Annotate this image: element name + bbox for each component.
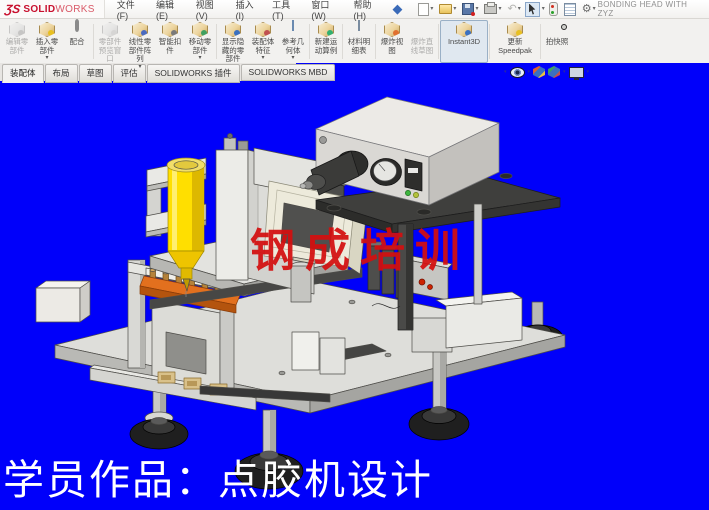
- menu-insert[interactable]: 插入(I): [230, 0, 267, 23]
- dropdown-caret-icon[interactable]: ▾: [528, 69, 531, 75]
- tab-layout[interactable]: 布局: [45, 64, 78, 83]
- edit-component-icon: [9, 22, 25, 37]
- logo-text-bold: SOLID: [23, 4, 55, 15]
- select-arrow-icon: [528, 4, 537, 15]
- select-tool-button[interactable]: [525, 2, 540, 17]
- open-document-button[interactable]: ▾: [437, 3, 458, 15]
- motion-study-icon: [318, 22, 334, 37]
- show-hidden-components-button[interactable]: 显示隐藏的零部件: [218, 20, 248, 63]
- take-snapshot-button[interactable]: 拍快照: [542, 20, 572, 63]
- mate-button[interactable]: 配合: [62, 20, 92, 63]
- insert-components-button[interactable]: 插入零部件: [32, 20, 62, 63]
- logo-text-light: WORKS: [55, 4, 94, 15]
- instant3d-button[interactable]: Instant3D: [440, 20, 488, 63]
- display-style-cube-icon[interactable]: [533, 66, 545, 78]
- traffic-light-icon: [549, 2, 558, 16]
- dropdown-caret-icon: ▾: [430, 6, 433, 12]
- menu-bar: 文件(F) 编辑(E) 视图(V) 插入(I) 工具(T) 窗口(W) 帮助(H…: [111, 0, 388, 23]
- update-speedpak-icon: [507, 22, 523, 37]
- menu-edit[interactable]: 编辑(E): [150, 0, 190, 23]
- dropdown-caret-icon: ▾: [453, 6, 456, 12]
- ribbon-separator: [489, 24, 490, 59]
- reference-geometry-button[interactable]: 参考几何体: [278, 20, 308, 63]
- show-hidden-eye-icon: [225, 22, 241, 37]
- printer-icon: [484, 4, 497, 14]
- menu-file[interactable]: 文件(F): [111, 0, 150, 23]
- training-watermark: 钢成培训: [250, 214, 470, 279]
- tab-solidworks-addins[interactable]: SOLIDWORKS 插件: [147, 64, 240, 83]
- print-document-button[interactable]: ▾: [482, 3, 503, 15]
- dropdown-caret-icon[interactable]: ▾: [563, 69, 566, 75]
- assembly-features-icon: [255, 22, 271, 37]
- component-preview-icon: [102, 22, 118, 37]
- dropdown-caret-icon: ▾: [475, 6, 478, 12]
- document-title: BONDING HEAD WITH ZYZ: [598, 0, 709, 18]
- ribbon-separator: [93, 24, 94, 59]
- title-bar: ƷS SOLID WORKS 文件(F) 编辑(E) 视图(V) 插入(I) 工…: [0, 0, 709, 19]
- task-pane-sheet-icon: [564, 3, 576, 16]
- undo-button[interactable]: ↶▾: [505, 3, 522, 15]
- move-component-button[interactable]: 移动零部件: [185, 20, 215, 63]
- dropdown-caret-icon[interactable]: ▾: [542, 6, 545, 12]
- solidworks-window: 钢成培训 学员作品：点胶机设计 ▾ ▾ ▾ ▾ ƷS SOLID WORKS 文…: [0, 0, 709, 510]
- exploded-view-icon: [384, 22, 400, 37]
- smart-fastener-icon: [162, 22, 178, 37]
- undo-arrow-icon: ↶: [507, 4, 516, 14]
- insert-components-icon: [39, 22, 55, 37]
- pin-menu-icon[interactable]: [392, 4, 402, 14]
- tab-sketch[interactable]: 草图: [79, 64, 112, 83]
- options-button[interactable]: ⚙▾: [580, 3, 598, 16]
- new-document-icon: [418, 3, 429, 16]
- dropdown-caret-icon: ▾: [593, 6, 596, 12]
- explode-line-sketch-button[interactable]: 爆炸直线草图: [407, 20, 437, 63]
- menu-view[interactable]: 视图(V): [190, 0, 230, 23]
- ribbon-separator: [375, 24, 376, 59]
- display-options-button[interactable]: [547, 1, 560, 17]
- dropdown-caret-icon: ▾: [498, 6, 501, 12]
- exploded-view-button[interactable]: 爆炸视图: [377, 20, 407, 63]
- command-manager-ribbon: 编辑零部件 插入零部件 配合 零部件预览窗口 线性零部件阵列 智能扣件 移动零部…: [0, 19, 709, 63]
- student-work-caption: 学员作品：点胶机设计: [3, 446, 433, 506]
- smart-fasteners-button[interactable]: 智能扣件: [155, 20, 185, 63]
- apply-scene-cube-icon[interactable]: [548, 66, 560, 78]
- view-orientation-eye-icon[interactable]: [510, 67, 525, 78]
- bill-of-materials-button[interactable]: 材料明细表: [344, 20, 374, 63]
- component-preview-window-button[interactable]: 零部件预览窗口: [95, 20, 125, 63]
- new-motion-study-button[interactable]: 新建运动算例: [311, 20, 341, 63]
- dropdown-caret-icon[interactable]: ▾: [587, 69, 590, 75]
- ribbon-separator: [342, 24, 343, 59]
- ribbon-separator: [438, 24, 439, 59]
- assembly-features-button[interactable]: 装配体特征: [248, 20, 278, 63]
- view-settings-monitor-icon[interactable]: [569, 67, 584, 78]
- menu-tools[interactable]: 工具(T): [266, 0, 305, 23]
- command-manager-tabs: 装配体 布局 草图 评估 SOLIDWORKS 插件 SOLIDWORKS MB…: [0, 63, 296, 81]
- linear-pattern-icon: [132, 22, 148, 37]
- instant3d-icon: [456, 22, 472, 37]
- solidworks-logo-mark-icon: ƷS: [4, 2, 21, 16]
- ribbon-separator: [540, 24, 541, 59]
- quick-access-toolbar: ▾ ▾ ▾ ▾ ↶▾ ▾ ⚙▾: [416, 1, 597, 17]
- update-speedpak-button[interactable]: 更新 Speedpak: [491, 20, 539, 63]
- ribbon-separator: [216, 24, 217, 59]
- task-pane-button[interactable]: [562, 2, 578, 17]
- move-component-icon: [192, 22, 208, 37]
- solidworks-logo: ƷS SOLID WORKS: [0, 0, 105, 18]
- menu-window[interactable]: 窗口(W): [305, 0, 347, 23]
- dropdown-caret-icon: ▾: [518, 6, 521, 12]
- edit-component-button[interactable]: 编辑零部件: [2, 20, 32, 63]
- tab-solidworks-mbd[interactable]: SOLIDWORKS MBD: [241, 64, 336, 81]
- open-folder-icon: [439, 4, 452, 14]
- gear-icon: ⚙: [582, 4, 592, 15]
- save-floppy-icon: [462, 3, 474, 15]
- headsup-view-toolbar: ▾ ▾ ▾ ▾: [504, 66, 589, 78]
- tab-assembly[interactable]: 装配体: [2, 64, 44, 83]
- linear-component-pattern-button[interactable]: 线性零部件阵列: [125, 20, 155, 63]
- ribbon-separator: [309, 24, 310, 59]
- new-document-button[interactable]: ▾: [416, 2, 435, 17]
- dropdown-caret-icon[interactable]: ▾: [504, 69, 507, 75]
- paperclip-mate-icon: [75, 19, 79, 32]
- menu-help[interactable]: 帮助(H): [348, 0, 388, 23]
- save-document-button[interactable]: ▾: [460, 2, 480, 16]
